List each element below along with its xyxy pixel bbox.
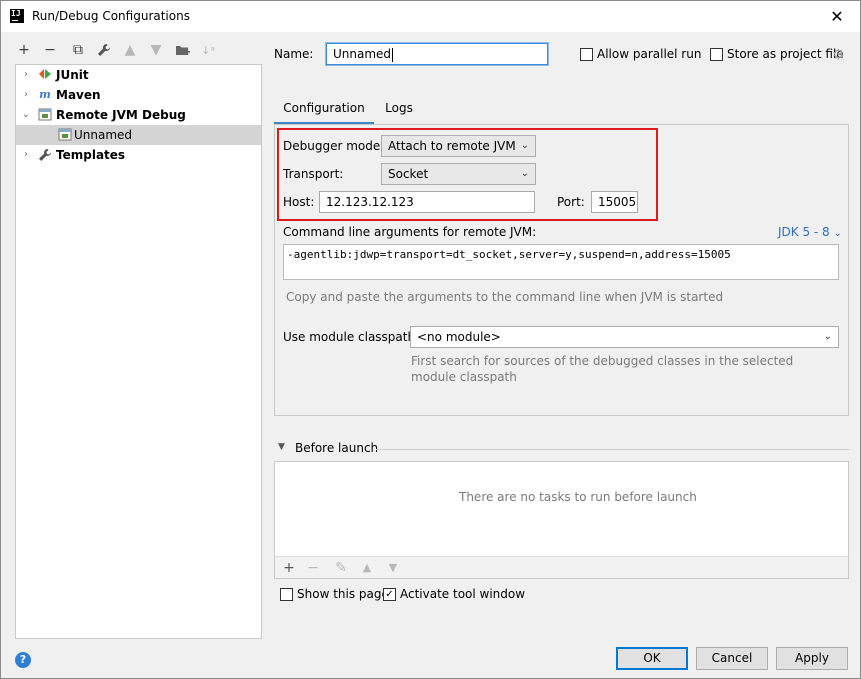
chevron-down-icon: ⌄: [823, 331, 832, 342]
intellij-app-icon: IJ: [10, 9, 24, 23]
run-debug-dialog: IJ Run/Debug Configurations ✕ + − ⧉ ▲ ▼ …: [0, 0, 861, 679]
maven-icon: m: [39, 88, 51, 101]
chevron-right-icon[interactable]: ›: [20, 68, 32, 82]
store-project-label: Store as project file: [727, 47, 844, 61]
window-title: Run/Debug Configurations: [32, 9, 190, 23]
collapse-arrow-icon[interactable]: ▼: [278, 442, 285, 452]
config-icon: [58, 128, 72, 142]
gear-icon[interactable]: ⚙: [832, 47, 845, 63]
show-page-label: Show this page: [297, 587, 389, 601]
add-task-icon[interactable]: +: [279, 557, 299, 578]
chevron-down-icon: ⌄: [520, 140, 529, 151]
host-label: Host:: [283, 195, 315, 209]
name-label: Name:: [274, 47, 314, 61]
tree-item-junit[interactable]: › JUnit: [16, 65, 261, 85]
junit-icon: [38, 68, 52, 82]
left-toolbar: + − ⧉ ▲ ▼ ↓ᵃ: [13, 39, 263, 61]
port-label: Port:: [557, 195, 585, 209]
new-folder-icon[interactable]: [171, 39, 193, 61]
chevron-down-icon: ⌄: [833, 228, 842, 239]
edit-task-icon[interactable]: ✎: [331, 557, 351, 578]
store-project-checkbox[interactable]: [710, 48, 723, 61]
remove-task-icon[interactable]: −: [303, 557, 323, 578]
move-up-icon[interactable]: ▲: [119, 39, 141, 61]
module-classpath-dropdown[interactable]: <no module> ⌄: [410, 326, 839, 348]
cancel-button[interactable]: Cancel: [696, 647, 768, 670]
command-line-args-field[interactable]: -agentlib:jdwp=transport=dt_socket,serve…: [283, 244, 839, 280]
chevron-right-icon[interactable]: ›: [20, 148, 32, 162]
module-hint-line2: module classpath: [411, 370, 517, 384]
transport-label: Transport:: [283, 167, 344, 181]
name-field[interactable]: Unnamed: [326, 43, 548, 65]
check-icon: ✓: [385, 589, 394, 600]
help-icon[interactable]: ?: [15, 652, 31, 668]
before-launch-empty-text: There are no tasks to run before launch: [459, 490, 697, 504]
before-launch-toolbar: + − ✎ ▲ ▼: [274, 556, 849, 579]
close-icon[interactable]: ✕: [827, 7, 847, 27]
tree-item-remote-jvm-debug[interactable]: ⌄ Remote JVM Debug: [16, 105, 261, 125]
args-hint: Copy and paste the arguments to the comm…: [286, 290, 724, 304]
transport-dropdown[interactable]: Socket ⌄: [381, 163, 536, 185]
move-task-down-icon[interactable]: ▼: [383, 557, 403, 578]
move-task-up-icon[interactable]: ▲: [357, 557, 377, 578]
port-field[interactable]: 15005: [591, 191, 638, 213]
separator: [376, 449, 849, 450]
add-icon[interactable]: +: [13, 39, 35, 61]
tab-configuration[interactable]: Configuration: [274, 97, 374, 125]
module-hint-line1: First search for sources of the debugged…: [411, 354, 794, 368]
remove-icon[interactable]: −: [39, 39, 61, 61]
configuration-tree: › JUnit › m Maven ⌄ Remote JVM Debug Unn…: [15, 64, 262, 639]
move-down-icon[interactable]: ▼: [145, 39, 167, 61]
remote-debug-icon: [38, 108, 52, 122]
module-classpath-label: Use module classpath:: [283, 330, 420, 344]
debugger-mode-label: Debugger mode:: [283, 139, 385, 153]
jdk-version-link[interactable]: JDK 5 - 8 ⌄: [778, 225, 842, 239]
activate-tool-checkbox[interactable]: ✓: [383, 588, 396, 601]
activate-tool-label: Activate tool window: [400, 587, 526, 601]
tree-item-templates[interactable]: › Templates: [16, 145, 261, 165]
tree-item-unnamed[interactable]: Unnamed: [16, 125, 261, 145]
before-launch-title: Before launch: [295, 441, 379, 455]
tree-item-maven[interactable]: › m Maven: [16, 85, 261, 105]
debugger-mode-dropdown[interactable]: Attach to remote JVM ⌄: [381, 135, 536, 157]
chevron-down-icon: ⌄: [520, 168, 529, 179]
chevron-down-icon[interactable]: ⌄: [20, 108, 32, 122]
host-field[interactable]: 12.123.12.123: [319, 191, 535, 213]
show-page-checkbox[interactable]: [280, 588, 293, 601]
tab-logs[interactable]: Logs: [378, 97, 420, 125]
chevron-right-icon[interactable]: ›: [20, 88, 32, 102]
allow-parallel-label: Allow parallel run: [597, 47, 702, 61]
edit-wrench-icon[interactable]: [93, 39, 115, 61]
title-bar: IJ Run/Debug Configurations ✕: [1, 1, 860, 32]
wrench-icon: [38, 148, 52, 162]
copy-icon[interactable]: ⧉: [67, 39, 89, 61]
sort-icon[interactable]: ↓ᵃ: [197, 39, 219, 61]
allow-parallel-checkbox[interactable]: [580, 48, 593, 61]
args-label: Command line arguments for remote JVM:: [283, 225, 537, 239]
apply-button[interactable]: Apply: [776, 647, 848, 670]
ok-button[interactable]: OK: [616, 647, 688, 670]
